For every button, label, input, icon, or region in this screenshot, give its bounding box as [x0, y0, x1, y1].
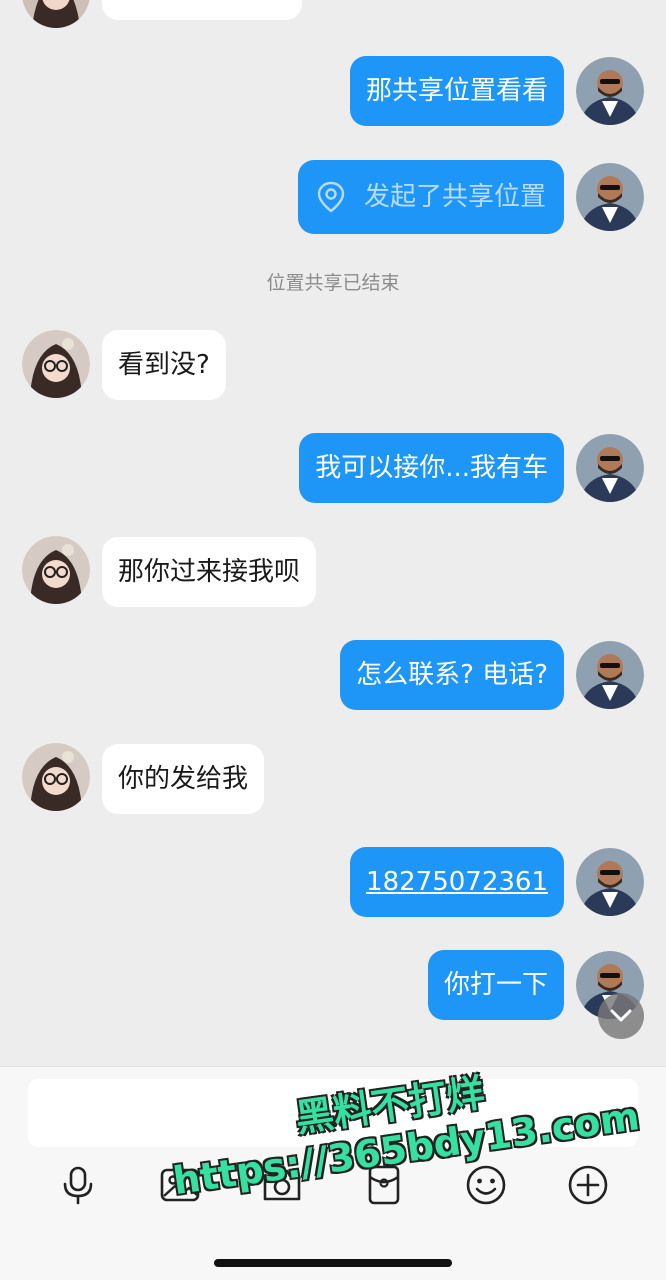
chat-area[interactable]: ... 那共享位置看看 发起了共享位置 位置共享已结束 [0, 0, 666, 1066]
my-avatar[interactable] [576, 434, 644, 502]
home-indicator[interactable] [214, 1259, 452, 1267]
message-text: 怎么联系? 电话? [356, 660, 548, 690]
microphone-icon [63, 1166, 93, 1205]
message-text: 我可以接你...我有车 [315, 453, 548, 483]
message-bubble[interactable]: ... [102, 0, 302, 20]
message-text: 那共享位置看看 [365, 76, 548, 106]
message-text: 那你过来接我呗 [118, 557, 301, 587]
contact-avatar[interactable] [22, 330, 90, 398]
location-share-text: 发起了共享位置 [363, 182, 546, 212]
my-avatar[interactable] [576, 848, 644, 916]
phone-number-link[interactable]: 18275072361 [366, 867, 548, 897]
location-share-bubble[interactable]: 发起了共享位置 [297, 160, 564, 234]
message-bubble[interactable]: 看到没? [102, 330, 226, 400]
my-avatar[interactable] [576, 57, 644, 125]
message-bubble[interactable]: 你打一下 [427, 950, 564, 1020]
message-bubble[interactable]: 怎么联系? 电话? [340, 640, 564, 710]
message-text: 你打一下 [443, 970, 548, 1000]
contact-avatar[interactable] [22, 536, 90, 604]
message-text: 看到没? [118, 350, 210, 380]
system-notice-text: 位置共享已结束 [266, 272, 400, 294]
message-bubble[interactable]: 你的发给我 [102, 744, 265, 814]
my-avatar[interactable] [576, 163, 644, 231]
message-bubble[interactable]: 那共享位置看看 [349, 56, 564, 126]
message-bubble[interactable]: 我可以接你...我有车 [299, 433, 564, 503]
system-notice: 位置共享已结束 [0, 268, 666, 295]
chevron-down-icon [610, 1009, 632, 1022]
voice-button[interactable] [56, 1163, 100, 1207]
location-pin-icon [317, 181, 345, 213]
message-bubble[interactable]: 18275072361 [350, 847, 564, 917]
contact-avatar[interactable] [22, 0, 90, 28]
message-text: 你的发给我 [118, 764, 249, 794]
contact-avatar[interactable] [22, 743, 90, 811]
my-avatar[interactable] [576, 641, 644, 709]
message-bubble[interactable]: 那你过来接我呗 [102, 537, 317, 607]
